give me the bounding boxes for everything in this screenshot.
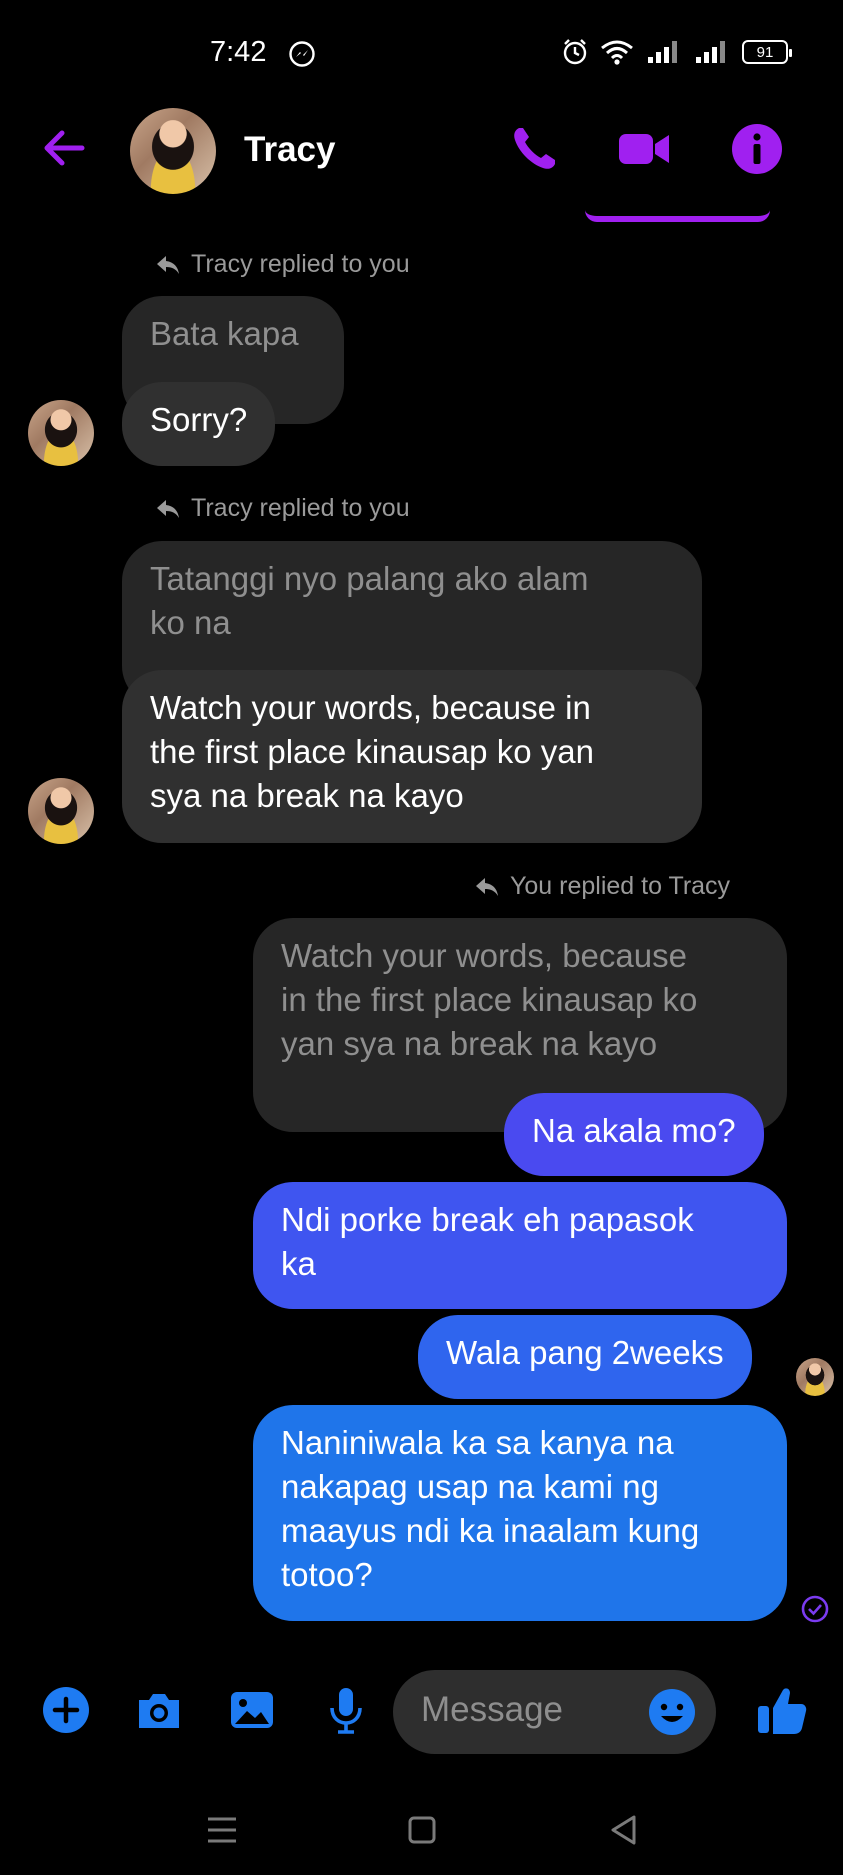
sender-avatar[interactable] — [28, 778, 94, 844]
battery-icon: 91 — [742, 40, 792, 64]
seen-avatar — [796, 1358, 834, 1396]
home-icon[interactable] — [402, 1810, 442, 1850]
thumbs-up-icon[interactable] — [754, 1682, 810, 1738]
video-camera-icon[interactable] — [615, 120, 673, 178]
delivered-check-icon — [801, 1595, 829, 1623]
wifi-icon — [601, 40, 633, 65]
signal-icon — [648, 41, 677, 63]
messenger-icon — [289, 41, 315, 67]
plus-icon[interactable] — [40, 1684, 92, 1736]
camera-icon[interactable] — [133, 1684, 185, 1736]
reply-arrow-icon — [476, 877, 498, 896]
outgoing-message[interactable]: Naniniwala ka sa kanya na nakapag usap n… — [253, 1405, 787, 1621]
incoming-message[interactable]: Sorry? — [122, 382, 276, 466]
alarm-icon — [563, 39, 587, 65]
back-icon[interactable] — [604, 1810, 644, 1850]
phone-icon[interactable] — [505, 120, 563, 178]
contact-avatar[interactable] — [130, 108, 216, 194]
reply-label: Tracy replied to you — [155, 250, 410, 279]
outgoing-message[interactable]: Na akala mo? — [504, 1093, 764, 1176]
battery-level: 91 — [756, 43, 774, 61]
back-arrow-icon[interactable] — [38, 122, 90, 174]
reply-label: You replied to Tracy — [474, 872, 730, 901]
reply-label-text: Tracy replied to you — [191, 494, 410, 522]
reply-label-text: You replied to Tracy — [510, 872, 731, 900]
reply-label: Tracy replied to you — [155, 494, 410, 523]
menu-icon[interactable] — [202, 1810, 242, 1850]
contact-name[interactable]: Tracy — [244, 130, 335, 170]
info-icon[interactable] — [728, 120, 786, 178]
incoming-message[interactable]: Watch your words, because in the first p… — [122, 670, 702, 843]
status-time: 7:42 — [210, 36, 267, 68]
emoji-icon[interactable] — [646, 1686, 698, 1738]
header-scroll-indicator — [585, 210, 770, 222]
outgoing-message[interactable]: Ndi porke break eh papasok ka — [253, 1182, 787, 1309]
sender-avatar[interactable] — [28, 400, 94, 466]
status-icons: 91 — [562, 38, 792, 66]
status-bar: 7:42 91 — [0, 0, 843, 100]
outgoing-message[interactable]: Wala pang 2weeks — [418, 1315, 752, 1399]
reply-label-text: Tracy replied to you — [191, 250, 410, 278]
reply-arrow-icon — [157, 255, 179, 274]
reply-arrow-icon — [157, 499, 179, 518]
message-placeholder: Message — [421, 1690, 564, 1729]
message-composer: Message — [0, 1660, 843, 1760]
message-input[interactable]: Message — [393, 1670, 716, 1754]
system-nav-bar — [0, 1780, 843, 1875]
signal-icon — [696, 41, 725, 63]
microphone-icon[interactable] — [320, 1684, 372, 1736]
image-icon[interactable] — [226, 1684, 278, 1736]
